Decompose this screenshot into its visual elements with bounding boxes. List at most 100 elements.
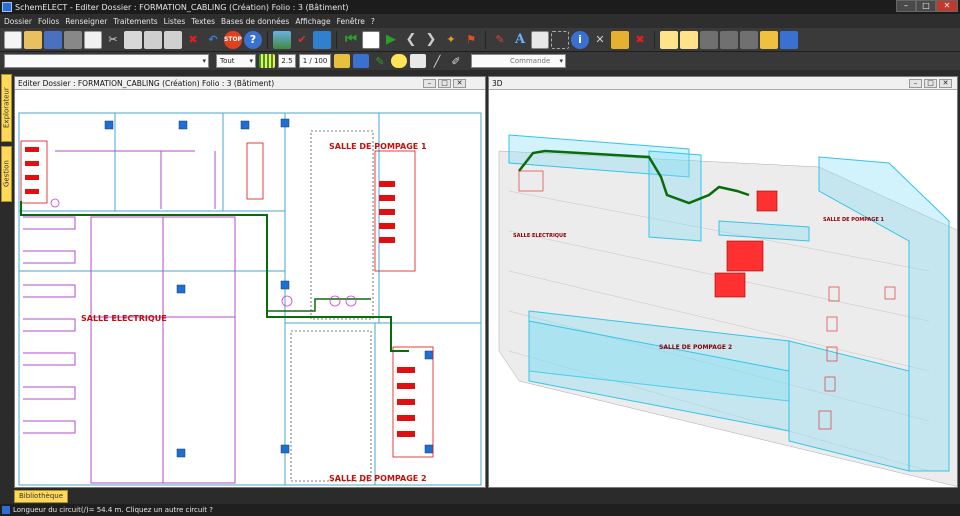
menu-folios[interactable]: Folios [38,17,59,26]
note-add-icon[interactable] [680,30,698,49]
plan-pane: Editer Dossier : FORMATION_CABLING (Créa… [14,76,486,488]
open-folder-icon[interactable] [24,30,42,49]
align-icon[interactable] [334,54,350,68]
properties-icon[interactable] [760,30,778,49]
flag-icon[interactable]: ⚑ [462,31,480,49]
view3d-pane-title-bar: 3D – □ ✕ [489,77,957,90]
landscape-icon[interactable] [273,30,291,49]
layers-icon[interactable] [353,54,369,68]
status-message: Longueur du circuit(/)= 54.4 m. Cliquez … [13,506,213,514]
check-icon[interactable]: ✔ [293,31,311,49]
view3d-pane: 3D – □ ✕ SALLE DE POMPAGE 2 SALLE ELECTR… [488,76,958,488]
note-icon[interactable] [660,30,678,49]
forward-icon[interactable]: ❯ [422,31,440,49]
room-label-electrique: SALLE ELECTRIQUE [81,314,167,323]
toggle-icon[interactable] [410,54,426,68]
save-icon[interactable] [44,30,62,49]
table-icon[interactable] [531,30,549,49]
menu-affichage[interactable]: Affichage [295,17,330,26]
erase-icon[interactable]: ✖ [631,31,649,49]
view3d-pane-title: 3D [492,78,503,88]
layer-icon[interactable] [700,30,718,49]
view3d-canvas[interactable]: SALLE DE POMPAGE 2 SALLE ELECTRIQUE SALL… [489,91,957,487]
library-tab[interactable]: Bibliothèque [14,490,68,503]
help-icon[interactable]: ? [244,30,262,49]
new-document-icon[interactable] [4,30,22,49]
edit-icon[interactable] [84,30,102,49]
plan-restore-button[interactable]: □ [438,79,451,88]
folio-icon[interactable] [313,30,331,49]
menu-help[interactable]: ? [371,17,375,26]
view3d-minimize-button[interactable]: – [909,79,922,88]
status-bar: Longueur du circuit(/)= 54.4 m. Cliquez … [0,504,960,516]
gestion-tab[interactable]: Gestion [1,146,12,202]
text-icon[interactable]: A [511,31,529,49]
room-label-pompage1: SALLE DE POMPAGE 1 [329,142,427,151]
back-icon[interactable]: ❮ [402,31,420,49]
app-icon [2,2,12,12]
plan-canvas[interactable]: SALLE DE POMPAGE 1 SALLE DE POMPAGE 2 SA… [15,91,485,487]
grid-icon[interactable] [259,54,275,68]
line-icon[interactable]: ╱ [429,54,445,68]
bulb-icon[interactable] [391,54,407,68]
scale-field[interactable]: 1 / 100 [299,54,331,68]
stop-icon[interactable]: STOP [224,30,242,49]
secondary-toolbar: Tout 2.5 1 / 100 ✎ ╱ ✐ Commande [0,52,960,70]
toolbar-separator [485,30,486,49]
explorer-tab[interactable]: Explorateur [1,74,12,142]
dimension-icon[interactable] [611,30,629,49]
plan-close-button[interactable]: ✕ [453,79,466,88]
plan-minimize-button[interactable]: – [423,79,436,88]
marker-icon[interactable]: ✎ [491,31,509,49]
view3d-close-button[interactable]: ✕ [939,79,952,88]
bottom-tab-bar: Bibliothèque [0,488,960,504]
settings-icon[interactable] [780,30,798,49]
3d-label-pompage1: SALLE DE POMPAGE 1 [823,217,885,223]
info-icon[interactable]: i [571,30,589,49]
toolbar-separator [336,30,337,49]
maximize-button[interactable]: □ [916,0,936,12]
delete-icon[interactable]: ✖ [184,31,202,49]
thickness-field[interactable]: 2.5 [278,54,296,68]
window-title: SchemELECT - Editer Dossier : FORMATION_… [15,2,349,12]
toolbar-separator [267,30,268,49]
left-sidebar: Explorateur Gestion [0,72,12,484]
print-icon[interactable] [164,30,182,49]
status-icon [2,506,10,514]
menu-textes[interactable]: Textes [191,17,215,26]
first-page-icon[interactable]: ⏮ [342,31,360,49]
element-combo[interactable] [4,54,209,68]
minimize-button[interactable]: – [896,0,916,12]
filter-combo[interactable]: Tout [216,54,256,68]
menu-dossier[interactable]: Dossier [4,17,32,26]
menu-fenetre[interactable]: Fenêtre [337,17,365,26]
cut-icon[interactable]: ✂ [104,31,122,49]
plan-pane-title-bar: Editer Dossier : FORMATION_CABLING (Créa… [15,77,485,90]
select-area-icon[interactable] [551,30,569,49]
paste-icon[interactable] [144,30,162,49]
menu-renseigner[interactable]: Renseigner [65,17,107,26]
close-button[interactable]: ✕ [936,0,958,12]
calendar-icon[interactable] [362,30,380,49]
room-label-pompage2: SALLE DE POMPAGE 2 [329,474,427,483]
toolbar-separator [654,30,655,49]
cross-icon[interactable]: ✕ [591,31,609,49]
main-toolbar: ✂ ✖ ↶ STOP ? ✔ ⏮ ▶ ❮ ❯ ✦ ⚑ ✎ A i ✕ ✖ [0,28,960,52]
wand-icon[interactable]: ✦ [442,31,460,49]
next-page-icon[interactable]: ▶ [382,31,400,49]
undo-icon[interactable]: ↶ [204,31,222,49]
layer2-icon[interactable] [720,30,738,49]
copy-icon[interactable] [124,30,142,49]
menu-traitements[interactable]: Traitements [113,17,157,26]
title-bar: SchemELECT - Editer Dossier : FORMATION_… [0,0,960,14]
view3d-restore-button[interactable]: □ [924,79,937,88]
menu-bar: Dossier Folios Renseigner Traitements Li… [0,14,960,28]
folder-close-icon[interactable] [64,30,82,49]
command-combo[interactable]: Commande [471,54,566,68]
3d-label-electrique: SALLE ELECTRIQUE [513,233,567,239]
menu-listes[interactable]: Listes [164,17,186,26]
menu-bases-de-donnees[interactable]: Bases de données [221,17,289,26]
brush-icon[interactable]: ✐ [448,54,464,68]
layer3-icon[interactable] [740,30,758,49]
pen-icon[interactable]: ✎ [372,54,388,68]
